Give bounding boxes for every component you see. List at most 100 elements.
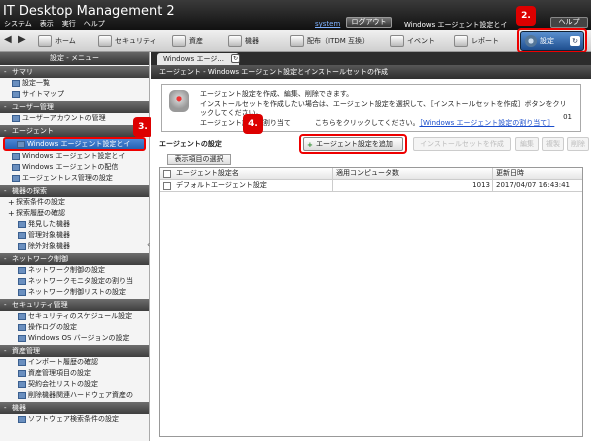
main-toolbar: ◀ ▶ ホーム セキュリティ 資産 機器 配布（ITDM 互換） イベント レポ… bbox=[0, 30, 591, 52]
collapse-pane-icon[interactable]: ‹ bbox=[147, 240, 150, 249]
sitemap-icon bbox=[12, 91, 20, 98]
devices-icon bbox=[228, 35, 242, 47]
section-user[interactable]: - ユーザー管理 bbox=[0, 101, 149, 113]
column-computer-count[interactable]: 適用コンピュータ数 bbox=[336, 168, 399, 179]
step-badge-3: 3. bbox=[133, 117, 153, 137]
table-row[interactable]: デフォルトエージェント設定 1013 2017/04/07 16:43:41 bbox=[160, 180, 582, 192]
toolbar-devices[interactable]: 機器 bbox=[228, 34, 259, 48]
agent-settings-icon bbox=[12, 153, 20, 160]
title-bar: IT Desktop Management 2 システム 表示 実行 ヘルプ s… bbox=[0, 0, 591, 30]
nav-windows-agent-settings[interactable]: Windows エージェント設定とイ bbox=[3, 137, 146, 151]
section-device[interactable]: - 機器 bbox=[0, 402, 149, 414]
network-icon bbox=[18, 278, 26, 285]
column-name[interactable]: エージェント設定名 bbox=[176, 168, 239, 179]
device-icon bbox=[18, 243, 26, 250]
lock-icon bbox=[18, 324, 26, 331]
create-install-set-button[interactable]: インストールセットを作成 bbox=[413, 137, 511, 151]
back-arrow-icon[interactable]: ◀ bbox=[4, 34, 12, 45]
toolbar-events[interactable]: イベント bbox=[390, 34, 435, 48]
help-button[interactable]: ヘルプ bbox=[550, 17, 588, 28]
select-all-checkbox[interactable] bbox=[163, 170, 171, 178]
agent-settings-label: エージェントの設定 bbox=[159, 140, 222, 148]
agent-settings-icon bbox=[17, 141, 25, 148]
toolbar-security[interactable]: セキュリティ bbox=[98, 34, 157, 48]
nav-excluded-devices[interactable]: 除外対象機器 bbox=[0, 241, 149, 252]
menu-view[interactable]: 表示 bbox=[40, 19, 54, 29]
section-network[interactable]: - ネットワーク制御 bbox=[0, 253, 149, 265]
main-content: エージェント設定を作成、編集、削除できます。 インストールセットを作成したい場合… bbox=[151, 79, 591, 441]
menu-run[interactable]: 実行 bbox=[62, 19, 76, 29]
nav-network-monitor[interactable]: ネットワークモニタ設定の割り当 bbox=[0, 276, 149, 287]
settings-menu-pane: 設定 - メニュー - サマリ 設定一覧 サイトマップ - ユーザー管理 ユーザーア… bbox=[0, 52, 150, 441]
column-divider bbox=[332, 168, 333, 192]
nav-network-list[interactable]: ネットワーク制御リストの設定 bbox=[0, 287, 149, 298]
section-asset[interactable]: - 資産管理 bbox=[0, 345, 149, 357]
step-badge-4: 4. bbox=[243, 114, 263, 134]
logout-button[interactable]: ログアウト bbox=[346, 17, 392, 28]
nav-sitemap[interactable]: サイトマップ bbox=[0, 89, 149, 100]
edit-button[interactable]: 編集 bbox=[515, 137, 539, 151]
device-icon bbox=[18, 221, 26, 228]
nav-discovered-devices[interactable]: 発見した機器 bbox=[0, 219, 149, 230]
row-checkbox[interactable] bbox=[163, 182, 171, 190]
expand-icon[interactable]: + bbox=[8, 197, 15, 208]
nav-discovery-conditions[interactable]: + 探索条件の設定 bbox=[0, 197, 149, 208]
nav-user-accounts[interactable]: ユーザーアカウントの管理 bbox=[0, 113, 149, 124]
column-updated[interactable]: 更新日時 bbox=[496, 168, 524, 179]
nav-os-version[interactable]: Windows OS バージョンの設定 bbox=[0, 333, 149, 344]
deploy-icon bbox=[12, 164, 20, 171]
settings-menu-header: 設定 - メニュー bbox=[0, 52, 149, 65]
nav-network-control[interactable]: ネットワーク制御の設定 bbox=[0, 265, 149, 276]
tab-windows-agent[interactable]: Windows エージ... bbox=[157, 53, 239, 65]
nav-discovery-history[interactable]: + 探索履歴の確認 bbox=[0, 208, 149, 219]
nav-security-schedule[interactable]: セキュリティのスケジュール設定 bbox=[0, 311, 149, 322]
user-link[interactable]: system bbox=[315, 20, 340, 28]
toolbar-home[interactable]: ホーム bbox=[38, 34, 76, 48]
list-icon bbox=[12, 80, 20, 87]
expand-icon[interactable]: + bbox=[8, 208, 15, 219]
section-summary[interactable]: - サマリ bbox=[0, 66, 149, 78]
toolbar-reports[interactable]: レポート bbox=[454, 34, 499, 48]
lock-icon bbox=[18, 313, 26, 320]
refresh-icon[interactable]: ↻ bbox=[231, 54, 240, 63]
nav-managed-devices[interactable]: 管理対象機器 bbox=[0, 230, 149, 241]
nav-windows-agent-settings-2[interactable]: Windows エージェント設定とイ bbox=[0, 151, 149, 162]
select-columns-button[interactable]: 表示項目の選択 bbox=[167, 154, 231, 165]
nav-import-history[interactable]: インポート履歴の確認 bbox=[0, 357, 149, 368]
nav-software-search[interactable]: ソフトウェア検索条件の設定 bbox=[0, 414, 149, 425]
nav-windows-agent-deploy[interactable]: Windows エージェントの配信 bbox=[0, 162, 149, 173]
nav-operation-log[interactable]: 操作ログの設定 bbox=[0, 322, 149, 333]
events-icon bbox=[390, 35, 404, 47]
agent-settings-table: エージェント設定名 適用コンピュータ数 更新日時 デフォルトエージェント設定 1… bbox=[159, 167, 583, 437]
nav-asset-items[interactable]: 資産管理項目の設定 bbox=[0, 368, 149, 379]
menu-help[interactable]: ヘルプ bbox=[84, 19, 105, 29]
assign-agent-settings-link[interactable]: ［Windows エージェント設定の割り当て］ bbox=[419, 119, 554, 127]
section-agent[interactable]: - エージェント bbox=[0, 125, 149, 137]
nav-contract-companies[interactable]: 契約会社リストの設定 bbox=[0, 379, 149, 390]
toolbar-distribution[interactable]: 配布（ITDM 互換） bbox=[290, 34, 369, 48]
nav-deleted-hardware[interactable]: 削除機器関連ハードウェア資産の bbox=[0, 390, 149, 401]
toolbar-assets[interactable]: 資産 bbox=[172, 34, 203, 48]
section-device-discovery[interactable]: - 機器の探索 bbox=[0, 185, 149, 197]
agent-robot-icon bbox=[169, 90, 189, 112]
forward-arrow-icon[interactable]: ▶ bbox=[18, 34, 26, 45]
network-icon bbox=[18, 267, 26, 274]
column-divider bbox=[492, 168, 493, 192]
nav-settings-list[interactable]: 設定一覧 bbox=[0, 78, 149, 89]
copy-button[interactable]: 複製 bbox=[542, 137, 564, 151]
tab-bar: Windows エージ... ↻ bbox=[151, 52, 591, 65]
step-badge-2: 2. bbox=[516, 6, 536, 26]
delete-button[interactable]: 削除 bbox=[567, 137, 589, 151]
app-title: IT Desktop Management 2 bbox=[3, 4, 175, 19]
network-icon bbox=[18, 289, 26, 296]
search-icon bbox=[18, 416, 26, 423]
menu-system[interactable]: システム bbox=[4, 19, 32, 29]
home-icon bbox=[38, 35, 52, 47]
nav-agentless-settings[interactable]: エージェントレス管理の設定 bbox=[0, 173, 149, 184]
device-icon bbox=[18, 232, 26, 239]
count-text: 01 bbox=[563, 113, 572, 121]
table-header: エージェント設定名 適用コンピュータ数 更新日時 bbox=[160, 168, 582, 180]
description-box: エージェント設定を作成、編集、削除できます。 インストールセットを作成したい場合… bbox=[161, 84, 581, 132]
section-security[interactable]: - セキュリティ管理 bbox=[0, 299, 149, 311]
assets-icon bbox=[172, 35, 186, 47]
